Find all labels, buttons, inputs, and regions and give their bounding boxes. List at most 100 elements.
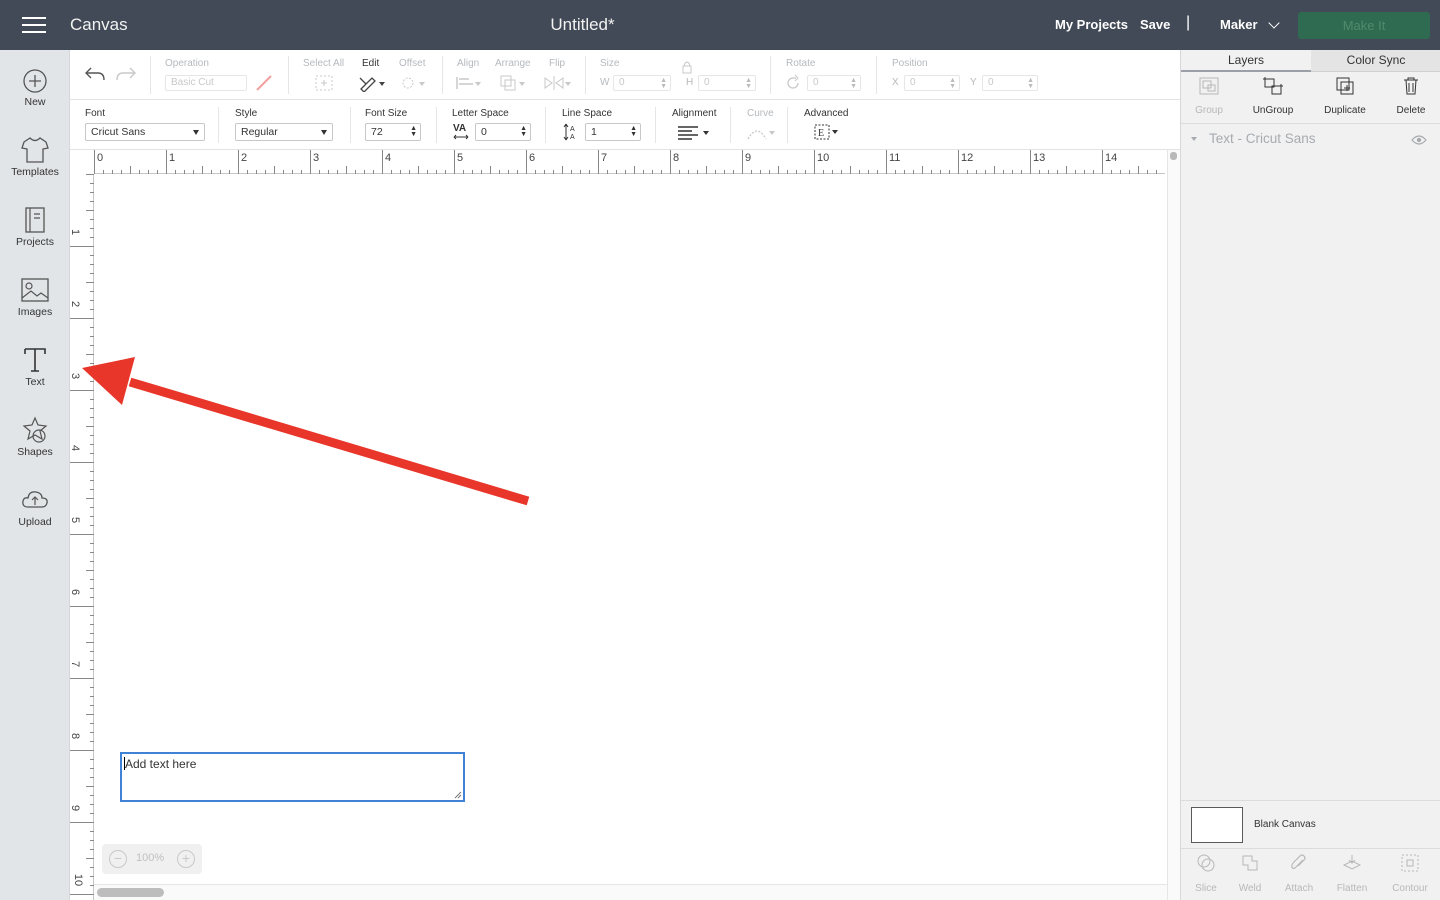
horizontal-ruler: 0 1 2 3 4 5 6 7 8 9 10 11 12 13 14 <box>94 150 1165 174</box>
letter-space-icon: VA <box>453 123 467 134</box>
align-icon[interactable] <box>454 74 482 92</box>
line-space-icon: AA <box>563 123 575 141</box>
lock-icon[interactable] <box>681 60 693 74</box>
contour-button[interactable]: Contour <box>1385 853 1435 894</box>
tab-layers[interactable]: Layers <box>1181 50 1311 72</box>
curve-label: Curve <box>747 108 774 119</box>
machine-selector[interactable]: Maker <box>1220 17 1280 32</box>
ruler-h-label: 13 <box>1033 152 1046 164</box>
plus-circle-icon <box>23 69 47 93</box>
ungroup-icon <box>1263 77 1283 95</box>
slice-button[interactable]: Slice <box>1181 853 1231 894</box>
horizontal-scrollbar[interactable] <box>94 884 1167 900</box>
duplicate-label: Duplicate <box>1324 105 1366 116</box>
design-canvas[interactable]: 0 1 2 3 4 5 6 7 8 9 10 11 12 13 14 1 2 3 4 5 6 7 8 9 10 Add tex… <box>69 150 1180 900</box>
line-space-field[interactable]: 1 ▲ ▼ <box>585 123 641 141</box>
shapes-icon <box>22 416 48 443</box>
flatten-button[interactable]: Flatten <box>1327 853 1377 894</box>
attach-button[interactable]: Attach <box>1274 853 1324 894</box>
pen-color-icon[interactable] <box>254 73 274 93</box>
sidebar-item-projects[interactable]: Projects <box>0 206 70 276</box>
add-text-input[interactable]: Add text here <box>120 752 465 802</box>
sidebar-item-shapes[interactable]: Shapes <box>0 416 70 486</box>
sidebar-item-images[interactable]: Images <box>0 276 70 346</box>
undo-icon[interactable] <box>84 66 106 82</box>
contour-label: Contour <box>1392 883 1428 894</box>
layer-item-text[interactable]: Text - Cricut Sans <box>1181 128 1440 152</box>
edit-label: Edit <box>362 58 380 69</box>
font-value: Cricut Sans <box>91 126 146 138</box>
tshirt-icon <box>21 137 49 163</box>
duplicate-button[interactable]: Duplicate <box>1315 76 1375 116</box>
letter-space-field[interactable]: 0 ▲ ▼ <box>475 123 531 141</box>
machine-label: Maker <box>1220 17 1258 32</box>
rotate-icon[interactable] <box>784 74 802 92</box>
delete-button[interactable]: Delete <box>1381 76 1440 116</box>
ruler-h-label: 12 <box>961 152 974 164</box>
group-button[interactable]: Group <box>1179 76 1239 116</box>
edit-icon[interactable] <box>358 74 386 92</box>
text-align-icon[interactable] <box>676 125 712 141</box>
weld-icon <box>1242 855 1258 871</box>
left-sidebar: New Templates Projects Images Text Shape… <box>0 50 70 900</box>
attach-label: Attach <box>1284 883 1314 894</box>
resize-grip-icon[interactable] <box>454 791 462 799</box>
make-it-button[interactable]: Make It <box>1298 12 1430 39</box>
advanced-icon[interactable]: E <box>813 124 841 140</box>
save-link[interactable]: Save <box>1140 17 1170 32</box>
font-select[interactable]: Cricut Sans <box>85 123 205 141</box>
text-placeholder: Add text here <box>125 757 197 771</box>
ruler-v-label: 6 <box>69 588 82 596</box>
y-label: Y <box>970 77 977 88</box>
arrange-icon[interactable] <box>498 74 528 92</box>
ruler-corner <box>70 150 94 174</box>
rotate-field[interactable]: 0 ▲ ▼ <box>807 75 861 91</box>
sidebar-item-new[interactable]: New <box>0 68 70 138</box>
operation-value: Basic Cut <box>171 77 214 88</box>
horizontal-scroll-thumb[interactable] <box>97 888 164 897</box>
operation-select[interactable]: Basic Cut <box>165 75 247 91</box>
ruler-v-label: 3 <box>69 372 82 380</box>
curve-icon[interactable] <box>746 125 776 141</box>
zoom-out-button[interactable]: − <box>109 850 127 868</box>
height-field[interactable]: 0 ▲ ▼ <box>698 75 756 91</box>
ruler-h-label: 6 <box>529 152 536 164</box>
layers-panel: Layers Color Sync Group UnGroup Duplicat… <box>1180 50 1440 900</box>
width-field[interactable]: 0 ▲ ▼ <box>613 75 671 91</box>
stepper-icon[interactable]: ▲ ▼ <box>410 125 417 138</box>
ungroup-button[interactable]: UnGroup <box>1243 76 1303 116</box>
zoom-in-button[interactable]: + <box>177 850 195 868</box>
font-size-field[interactable]: 72 ▲ ▼ <box>365 123 421 141</box>
ruler-h-label: 5 <box>457 152 464 164</box>
style-select[interactable]: Regular <box>235 123 333 141</box>
weld-button[interactable]: Weld <box>1225 853 1275 894</box>
stepper-icon[interactable]: ▲ ▼ <box>520 125 527 138</box>
edit-toolbar: Operation Basic Cut Select All Edit Offs… <box>70 50 1180 100</box>
vertical-ruler: 1 2 3 4 5 6 7 8 9 10 <box>69 174 94 900</box>
expand-caret-icon[interactable] <box>1191 137 1197 141</box>
w-label: W <box>600 77 610 88</box>
select-all-icon[interactable] <box>314 74 334 92</box>
my-projects-link[interactable]: My Projects <box>1055 17 1128 32</box>
group-icon <box>1199 77 1219 95</box>
sidebar-item-templates[interactable]: Templates <box>0 136 70 206</box>
vertical-scroll-thumb[interactable] <box>1170 152 1177 160</box>
vertical-scrollbar[interactable] <box>1167 150 1180 900</box>
sidebar-item-upload[interactable]: Upload <box>0 486 70 556</box>
stepper-icon[interactable]: ▲ ▼ <box>630 125 637 138</box>
sidebar-item-label: New <box>24 96 46 108</box>
flip-icon[interactable] <box>543 74 573 92</box>
sidebar-item-text[interactable]: Text <box>0 346 70 416</box>
eye-icon[interactable] <box>1411 134 1427 146</box>
y-position-field[interactable]: 0 ▲ ▼ <box>982 75 1038 91</box>
offset-icon[interactable] <box>400 74 426 92</box>
slice-icon <box>1197 854 1215 872</box>
x-position-field[interactable]: 0 ▲ ▼ <box>904 75 960 91</box>
redo-icon[interactable] <box>115 66 137 82</box>
canvas-color-swatch[interactable] <box>1191 807 1243 843</box>
x-position-value: 0 <box>910 77 916 88</box>
tab-color-sync[interactable]: Color Sync <box>1311 50 1440 72</box>
zoom-control: − 100% + <box>102 844 202 874</box>
ruler-v-label: 4 <box>69 444 82 452</box>
chevron-down-icon <box>1267 17 1280 29</box>
